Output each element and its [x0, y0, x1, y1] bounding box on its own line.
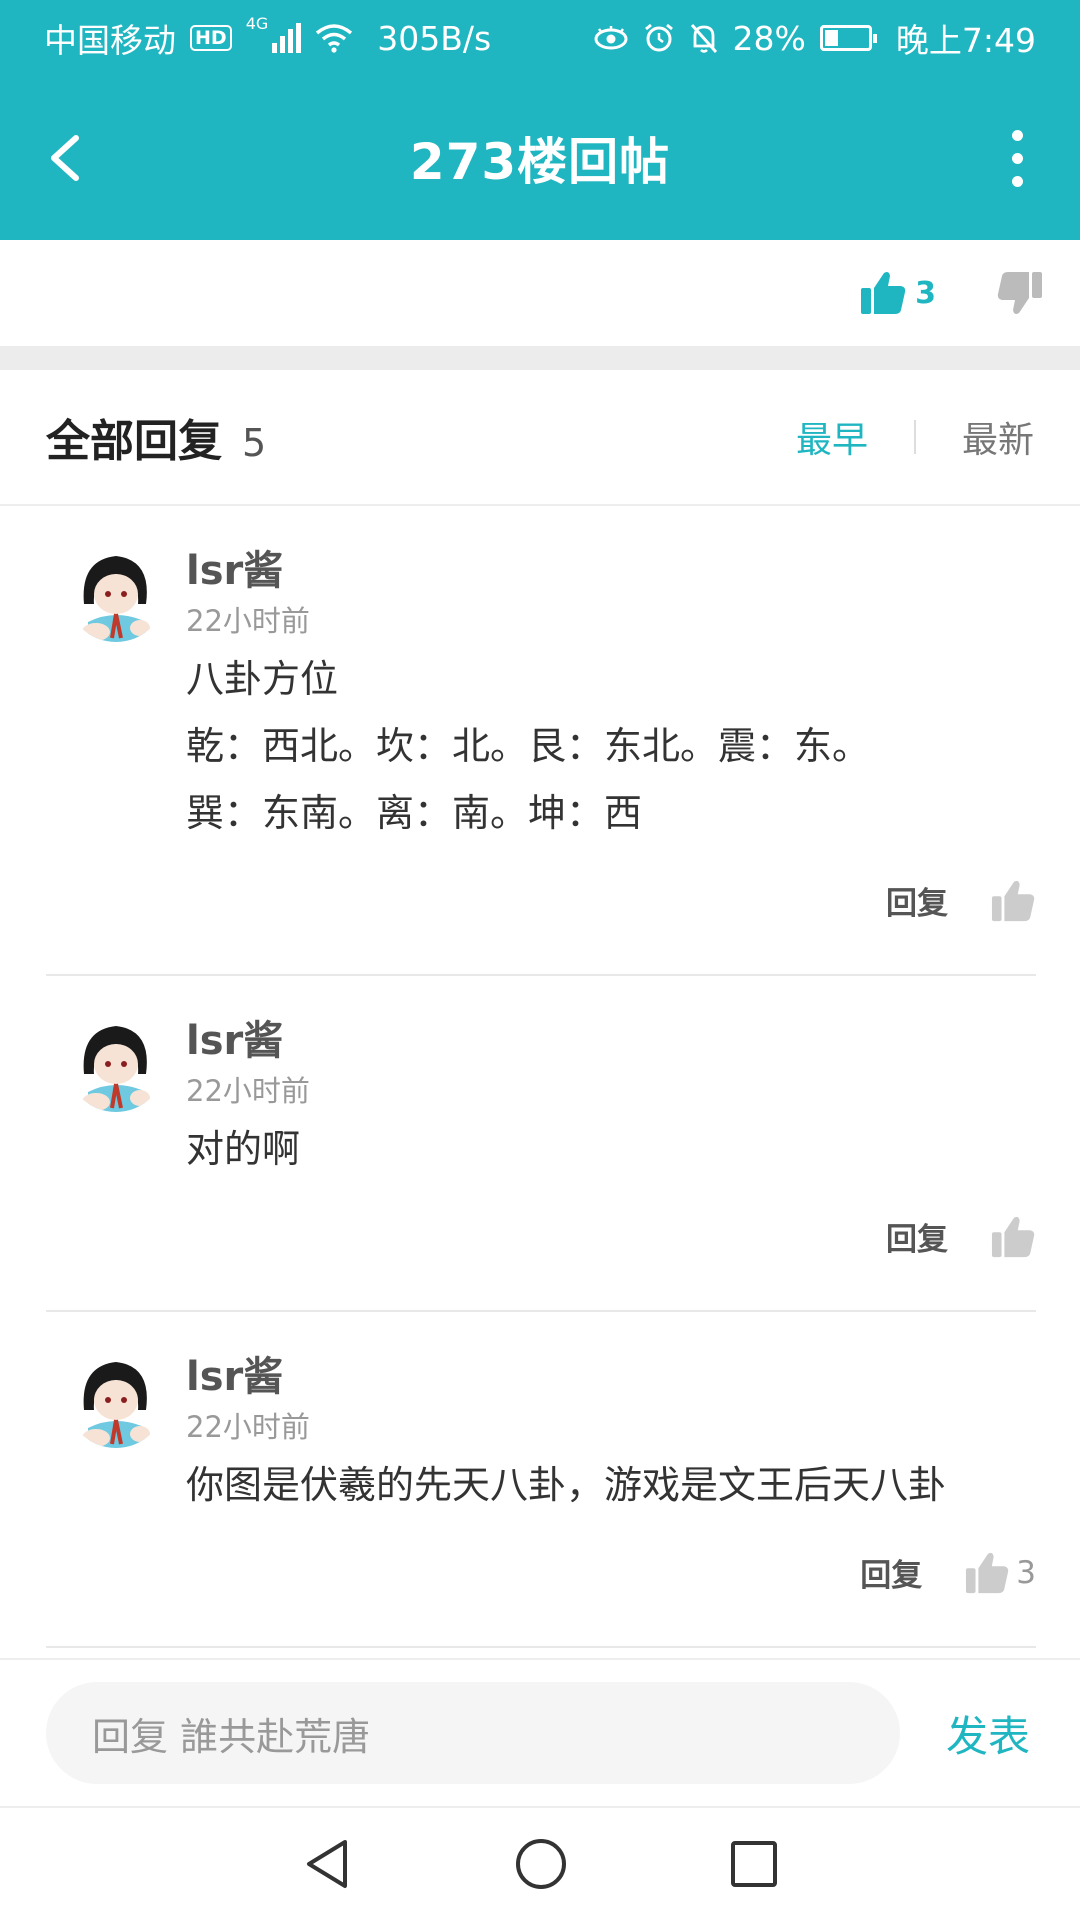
- sort-latest-tab[interactable]: 最新: [962, 411, 1034, 463]
- avatar[interactable]: [66, 542, 166, 642]
- post-like-button[interactable]: 3: [859, 270, 936, 316]
- reply-username[interactable]: lsr酱: [186, 1008, 283, 1066]
- reply-time: 22小时前: [186, 604, 310, 638]
- reply-time: 22小时前: [186, 1074, 310, 1108]
- eye-icon: [594, 26, 628, 50]
- sort-separator: [913, 420, 916, 454]
- reply-composer: 回复 誰共赴荒唐 发表: [0, 1658, 1080, 1806]
- reply-content: 对的啊: [186, 1116, 1036, 1183]
- replies-count: 5: [242, 421, 267, 465]
- thumbs-down-icon: [997, 272, 1042, 314]
- status-bar: 中国移动 HD 4G 305B/s 28% 晚上7:49: [0, 0, 1080, 76]
- chevron-left-icon: [51, 135, 79, 181]
- clock: 晚上7:49: [895, 21, 1036, 60]
- reply-actions: 回复 3: [860, 1550, 1036, 1595]
- reply-text-line: 巽：东南。离：南。坤：西: [186, 791, 643, 835]
- more-options-button[interactable]: [992, 126, 1042, 190]
- reply-username[interactable]: lsr酱: [186, 1344, 283, 1402]
- reply-actions: 回复: [886, 1214, 1036, 1259]
- reply-item: lsr酱 22小时前 八卦方位 乾：西北。坎：北。艮：东北。震：东。 巽：东南。…: [46, 506, 1036, 976]
- post-like-count: 3: [915, 275, 936, 311]
- signal-icon: [272, 23, 302, 53]
- reply-input[interactable]: 回复 誰共赴荒唐: [46, 1682, 900, 1784]
- nav-recents-icon[interactable]: [729, 1839, 779, 1889]
- reply-like-button[interactable]: 3: [964, 1551, 1036, 1595]
- reply-like-button[interactable]: [990, 1215, 1036, 1259]
- replies-title: 全部回复: [46, 416, 222, 467]
- reply-content: 你图是伏羲的先天八卦，游戏是文王后天八卦: [186, 1452, 1036, 1519]
- thumbs-up-icon: [966, 1552, 1009, 1593]
- reply-button[interactable]: 回复: [860, 1550, 922, 1595]
- hd-badge: HD: [190, 25, 232, 51]
- replies-header: 全部回复 5 最早 最新: [0, 370, 1080, 506]
- page-title: 273楼回帖: [409, 133, 671, 191]
- avatar[interactable]: [66, 1012, 166, 1112]
- reply-like-count: 3: [1016, 1554, 1036, 1591]
- battery-percent: 28%: [732, 18, 806, 58]
- send-button[interactable]: 发表: [946, 1703, 1030, 1764]
- reply-text-line: 你图是伏羲的先天八卦，游戏是文王后天八卦: [186, 1463, 947, 1507]
- system-nav-bar: [0, 1806, 1080, 1920]
- section-divider: [0, 346, 1080, 370]
- user-avatar-icon: [66, 542, 166, 642]
- battery-icon: [819, 25, 877, 51]
- thumbs-up-icon: [991, 880, 1035, 921]
- network-type: 4G: [245, 14, 269, 33]
- more-dot-icon: [1011, 152, 1023, 164]
- more-dot-icon: [1011, 175, 1023, 187]
- avatar[interactable]: [66, 1348, 166, 1448]
- reply-text-line: 八卦方位: [186, 657, 339, 701]
- alarm-icon: [644, 23, 673, 52]
- sort-earliest-tab[interactable]: 最早: [796, 411, 868, 463]
- network-speed: 305B/s: [377, 18, 492, 58]
- reply-time: 22小时前: [186, 1410, 310, 1444]
- reply-actions: 回复: [886, 878, 1036, 923]
- reply-item: lsr酱 22小时前 你图是伏羲的先天八卦，游戏是文王后天八卦 回复 3: [46, 1312, 1036, 1648]
- reply-content: 八卦方位 乾：西北。坎：北。艮：东北。震：东。 巽：东南。离：南。坤：西: [186, 646, 1036, 847]
- reply-like-button[interactable]: [990, 879, 1036, 923]
- reply-item: lsr酱 22小时前 对的啊 回复: [46, 976, 1036, 1312]
- reply-text-line: 对的啊: [186, 1127, 301, 1171]
- reply-button[interactable]: 回复: [886, 1214, 948, 1259]
- reply-text-line: 乾：西北。坎：北。艮：东北。震：东。: [186, 724, 871, 768]
- back-button[interactable]: [42, 126, 102, 190]
- app-bar: 273楼回帖: [0, 76, 1080, 240]
- more-dot-icon: [1011, 129, 1023, 141]
- thumbs-up-icon: [861, 272, 906, 314]
- user-avatar-icon: [66, 1348, 166, 1448]
- reply-username[interactable]: lsr酱: [186, 538, 283, 596]
- user-avatar-icon: [66, 1012, 166, 1112]
- post-vote-row: 3: [0, 240, 1080, 346]
- nav-home-icon[interactable]: [513, 1836, 569, 1892]
- carrier-label: 中国移动: [44, 21, 176, 60]
- reply-button[interactable]: 回复: [886, 878, 948, 923]
- nav-back-icon[interactable]: [301, 1836, 353, 1892]
- mute-bell-icon: [690, 24, 717, 53]
- post-dislike-button[interactable]: [996, 270, 1044, 316]
- wifi-icon: [316, 24, 353, 53]
- thumbs-up-icon: [991, 1216, 1035, 1257]
